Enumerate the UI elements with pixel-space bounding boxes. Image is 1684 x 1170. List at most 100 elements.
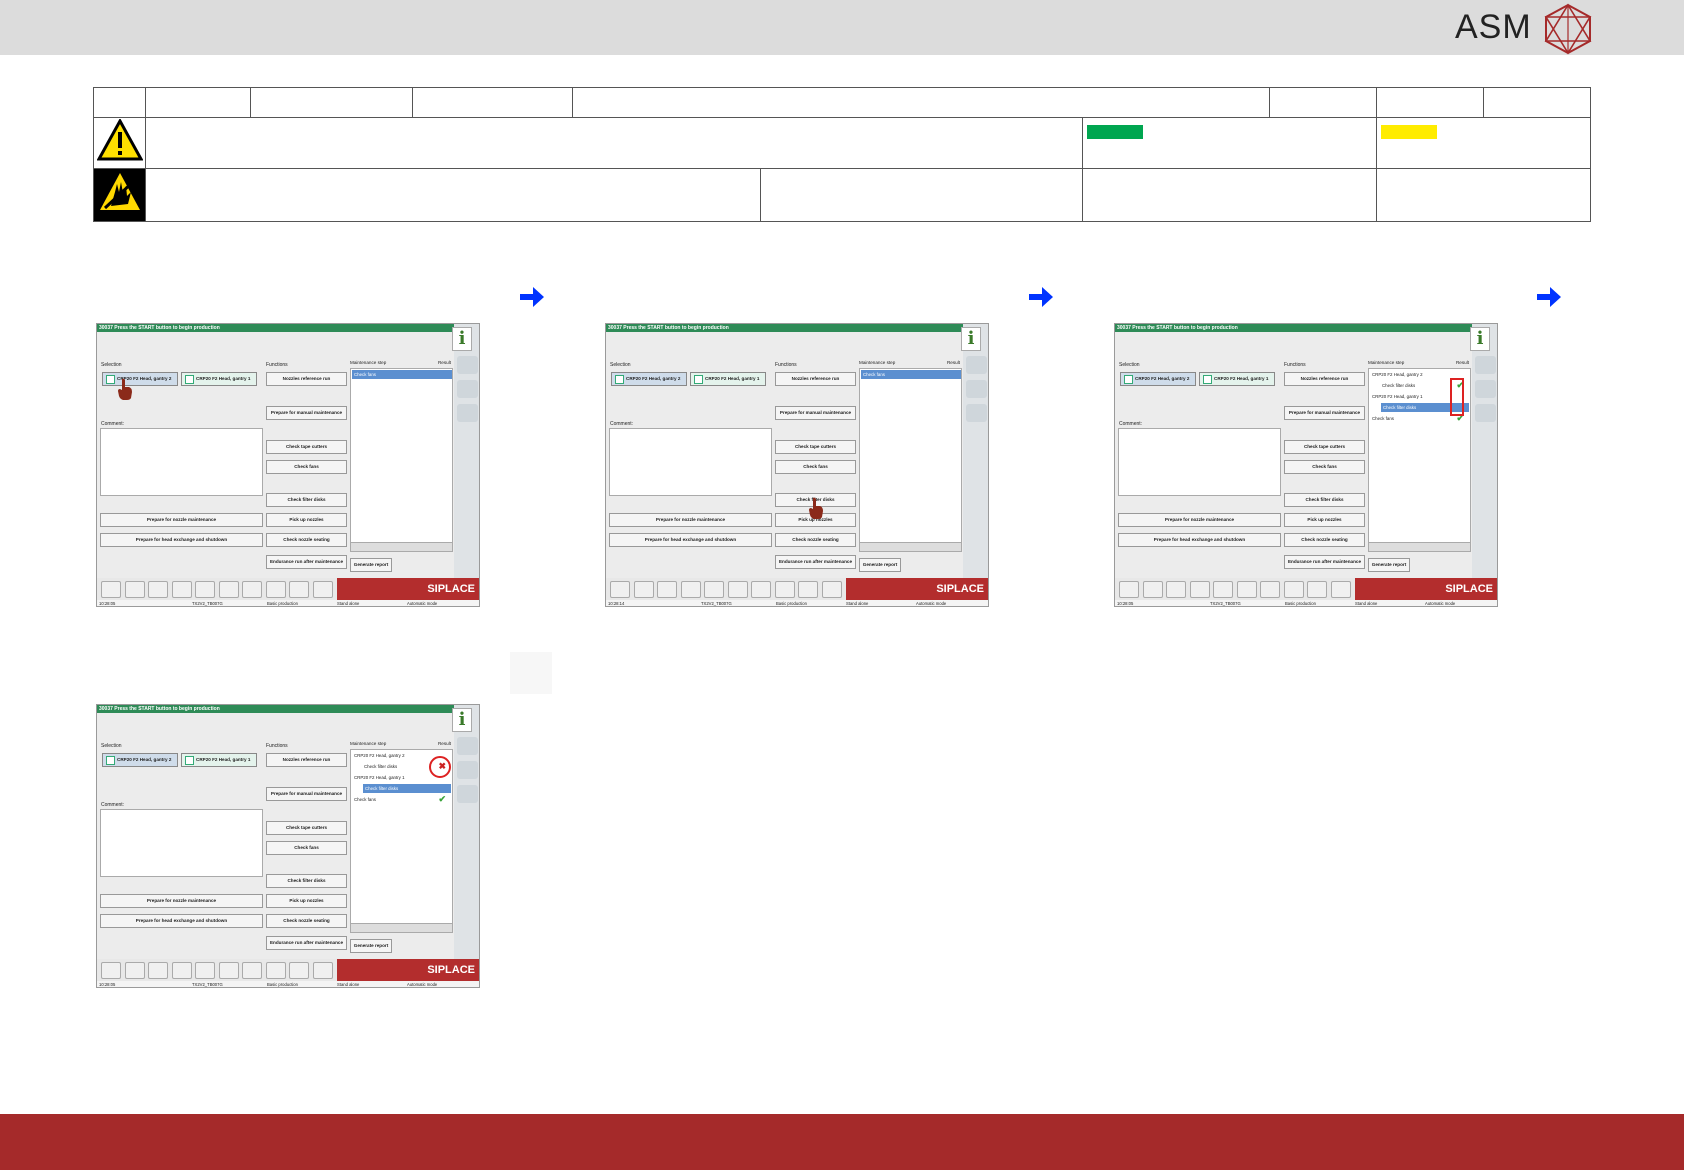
toolbar-icon[interactable] [1307, 581, 1327, 598]
toolbar-icon[interactable] [1189, 581, 1210, 598]
nozzles-reference-run-button[interactable]: Nozzles reference run [775, 372, 856, 386]
toolbar-icon[interactable] [727, 581, 748, 598]
side-tool-icon[interactable] [1475, 380, 1496, 398]
prepare-manual-maintenance-button[interactable]: Prepare for manual maintenance [266, 787, 347, 801]
side-tool-icon[interactable] [1475, 404, 1496, 422]
toolbar-icon[interactable] [1213, 581, 1233, 598]
check-filter-disks-button[interactable]: Check filter disks [266, 874, 347, 888]
toolbar-icon[interactable] [1260, 581, 1280, 598]
toolbar-icon[interactable] [265, 962, 286, 979]
list-item[interactable]: Check filter disks [363, 784, 451, 793]
generate-report-button[interactable]: Generate report [859, 558, 901, 572]
toolbar-icon[interactable] [124, 962, 145, 979]
prepare-head-exchange-button[interactable]: Prepare for head exchange and shutdown [1118, 533, 1281, 547]
horizontal-scrollbar[interactable] [859, 542, 962, 552]
check-nozzle-seating-button[interactable]: Check nozzle seating [266, 533, 347, 547]
prepare-nozzle-maintenance-button[interactable]: Prepare for nozzle maintenance [1118, 513, 1281, 527]
check-filter-disks-button[interactable]: Check filter disks [266, 493, 347, 507]
toolbar-icon[interactable] [195, 962, 215, 979]
endurance-run-button[interactable]: Endurance run after maintenance [266, 936, 347, 950]
toolbar-icon[interactable] [101, 581, 121, 598]
toolbar-icon[interactable] [751, 581, 771, 598]
toolbar-icon[interactable] [798, 581, 818, 598]
toolbar-icon[interactable] [1236, 581, 1257, 598]
check-filter-disks-button[interactable]: Check filter disks [1284, 493, 1365, 507]
side-tool-icon[interactable] [966, 404, 987, 422]
toolbar-icon[interactable] [1166, 581, 1186, 598]
toolbar-icon[interactable] [821, 581, 842, 598]
prepare-nozzle-maintenance-button[interactable]: Prepare for nozzle maintenance [100, 513, 263, 527]
prepare-nozzle-maintenance-button[interactable]: Prepare for nozzle maintenance [100, 894, 263, 908]
side-tool-icon[interactable] [1475, 356, 1496, 374]
check-tape-cutters-button[interactable]: Check tape cutters [1284, 440, 1365, 454]
check-fans-button[interactable]: Check fans [266, 841, 347, 855]
maintenance-step-list[interactable]: Check fans [859, 368, 962, 551]
side-tool-icon[interactable] [457, 404, 478, 422]
prepare-head-exchange-button[interactable]: Prepare for head exchange and shutdown [100, 914, 263, 928]
toolbar-icon[interactable] [680, 581, 701, 598]
gantry-2-chip[interactable]: CRP20 F2 Head, gantry 2 [102, 372, 178, 386]
toolbar-icon[interactable] [242, 962, 262, 979]
toolbar-icon[interactable] [312, 581, 333, 598]
prepare-manual-maintenance-button[interactable]: Prepare for manual maintenance [266, 406, 347, 420]
toolbar-icon[interactable] [124, 581, 145, 598]
comment-field[interactable] [100, 809, 263, 877]
toolbar-icon[interactable] [218, 962, 239, 979]
side-tool-icon[interactable] [457, 380, 478, 398]
toolbar-icon[interactable] [195, 581, 215, 598]
toolbar-icon[interactable] [148, 581, 168, 598]
toolbar-icon[interactable] [171, 581, 192, 598]
check-fans-button[interactable]: Check fans [1284, 460, 1365, 474]
prepare-nozzle-maintenance-button[interactable]: Prepare for nozzle maintenance [609, 513, 772, 527]
prepare-manual-maintenance-button[interactable]: Prepare for manual maintenance [775, 406, 856, 420]
toolbar-icon[interactable] [289, 962, 309, 979]
toolbar-icon[interactable] [242, 581, 262, 598]
toolbar-icon[interactable] [101, 962, 121, 979]
toolbar-icon[interactable] [774, 581, 795, 598]
nozzles-reference-run-button[interactable]: Nozzles reference run [266, 372, 347, 386]
comment-field[interactable] [1118, 428, 1281, 496]
check-nozzle-seating-button[interactable]: Check nozzle seating [775, 533, 856, 547]
list-item[interactable]: Check fans [352, 370, 452, 379]
pick-up-nozzles-button[interactable]: Pick up nozzles [266, 894, 347, 908]
toolbar-icon[interactable] [610, 581, 630, 598]
comment-field[interactable] [609, 428, 772, 496]
pick-up-nozzles-button[interactable]: Pick up nozzles [1284, 513, 1365, 527]
check-fans-button[interactable]: Check fans [775, 460, 856, 474]
side-tool-icon[interactable] [966, 356, 987, 374]
check-tape-cutters-button[interactable]: Check tape cutters [775, 440, 856, 454]
comment-field[interactable] [100, 428, 263, 496]
list-item[interactable]: Check fans ✔ [352, 795, 452, 804]
side-tool-icon[interactable] [966, 380, 987, 398]
side-tool-icon[interactable] [457, 737, 478, 755]
horizontal-scrollbar[interactable] [350, 923, 453, 933]
check-nozzle-seating-button[interactable]: Check nozzle seating [266, 914, 347, 928]
toolbar-icon[interactable] [1330, 581, 1351, 598]
toolbar-icon[interactable] [265, 581, 286, 598]
maintenance-step-list[interactable]: Check fans [350, 368, 453, 551]
side-tool-icon[interactable] [457, 356, 478, 374]
generate-report-button[interactable]: Generate report [350, 939, 392, 953]
endurance-run-button[interactable]: Endurance run after maintenance [775, 555, 856, 569]
toolbar-icon[interactable] [633, 581, 654, 598]
info-icon[interactable]: i [452, 708, 472, 732]
check-tape-cutters-button[interactable]: Check tape cutters [266, 821, 347, 835]
gantry-2-chip[interactable]: CRP20 F2 Head, gantry 2 [102, 753, 178, 767]
side-tool-icon[interactable] [457, 761, 478, 779]
toolbar-icon[interactable] [218, 581, 239, 598]
prepare-head-exchange-button[interactable]: Prepare for head exchange and shutdown [100, 533, 263, 547]
nozzles-reference-run-button[interactable]: Nozzles reference run [1284, 372, 1365, 386]
info-icon[interactable]: i [1470, 327, 1490, 351]
toolbar-icon[interactable] [1283, 581, 1304, 598]
check-nozzle-seating-button[interactable]: Check nozzle seating [1284, 533, 1365, 547]
info-icon[interactable]: i [961, 327, 981, 351]
check-fans-button[interactable]: Check fans [266, 460, 347, 474]
toolbar-icon[interactable] [148, 962, 168, 979]
generate-report-button[interactable]: Generate report [1368, 558, 1410, 572]
generate-report-button[interactable]: Generate report [350, 558, 392, 572]
horizontal-scrollbar[interactable] [350, 542, 453, 552]
nozzles-reference-run-button[interactable]: Nozzles reference run [266, 753, 347, 767]
gantry-1-chip[interactable]: CRP20 F2 Head, gantry 1 [181, 753, 257, 767]
endurance-run-button[interactable]: Endurance run after maintenance [1284, 555, 1365, 569]
endurance-run-button[interactable]: Endurance run after maintenance [266, 555, 347, 569]
